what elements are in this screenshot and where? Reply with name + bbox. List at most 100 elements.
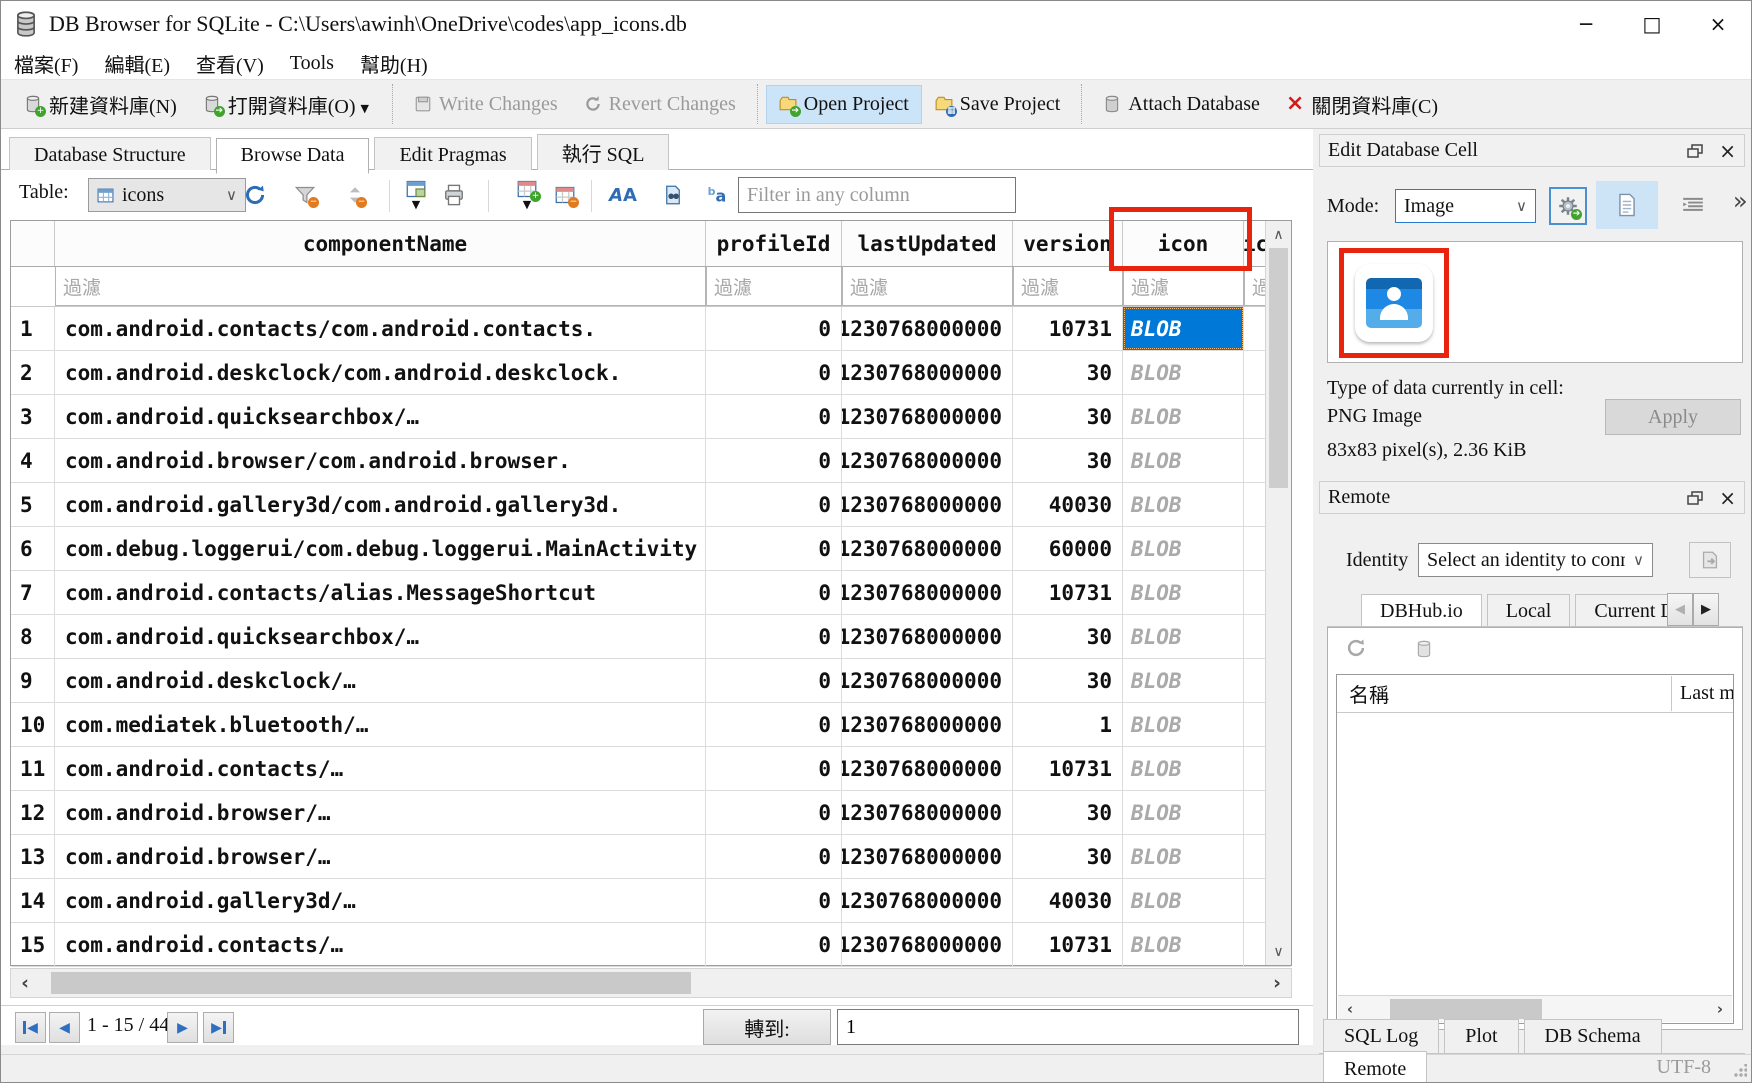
column-header-profileid[interactable]: profileId: [706, 221, 842, 266]
cell-icon[interactable]: BLOB: [1123, 659, 1244, 702]
table-row[interactable]: 14com.android.gallery3d/…012307680000004…: [11, 879, 1291, 923]
tab-database-structure[interactable]: Database Structure: [9, 137, 211, 173]
dock-tab-sql-log[interactable]: SQL Log: [1323, 1019, 1439, 1053]
remote-list-column-lastmodified[interactable]: Last mo: [1671, 676, 1733, 711]
cell-version[interactable]: 40030: [1013, 879, 1123, 922]
clear-filters-button[interactable]: −: [289, 178, 321, 212]
cell-icon[interactable]: BLOB: [1123, 395, 1244, 438]
table-row[interactable]: 12com.android.browser/…0123076800000030B…: [11, 791, 1291, 835]
refresh-button[interactable]: [239, 178, 271, 212]
identity-combo[interactable]: Select an identity to conne ∨: [1418, 543, 1653, 577]
cell-version[interactable]: 30: [1013, 659, 1123, 702]
table-row[interactable]: 10com.mediatek.bluetooth/…01230768000000…: [11, 703, 1291, 747]
vertical-scrollbar[interactable]: ∧ ∨: [1265, 221, 1291, 965]
cell-componentname[interactable]: com.android.contacts/com.android.contact…: [55, 307, 706, 350]
table-row[interactable]: 15com.android.contacts/…0123076800000010…: [11, 923, 1291, 967]
cell-componentname[interactable]: com.android.contacts/…: [55, 747, 706, 790]
cell-componentname[interactable]: com.android.deskclock/com.android.deskcl…: [55, 351, 706, 394]
row-number[interactable]: 11: [11, 747, 55, 790]
cell-icon[interactable]: BLOB: [1123, 923, 1244, 966]
mode-combo[interactable]: Image ∨: [1395, 189, 1536, 223]
menu-file[interactable]: 檔案(F): [1, 49, 91, 78]
table-row[interactable]: 13com.android.browser/…0123076800000030B…: [11, 835, 1291, 879]
more-tools-chevron[interactable]: »: [1733, 187, 1748, 215]
last-record-button[interactable]: ▶: [203, 1012, 234, 1043]
tab-scroll-right-button[interactable]: ▶: [1693, 593, 1719, 626]
write-changes-button[interactable]: Write Changes: [401, 85, 571, 124]
cell-profileid[interactable]: 0: [706, 351, 842, 394]
undock-icon[interactable]: [1687, 144, 1703, 158]
word-wrap-button[interactable]: [1675, 187, 1711, 223]
previous-record-button[interactable]: ◀: [49, 1012, 80, 1043]
cell-version[interactable]: 30: [1013, 791, 1123, 834]
column-header-componentname[interactable]: componentName: [55, 221, 706, 266]
cell-lastupdated[interactable]: 1230768000000: [842, 351, 1013, 394]
scroll-up-arrow[interactable]: ∧: [1266, 221, 1291, 248]
undock-icon[interactable]: [1687, 491, 1703, 505]
cell-profileid[interactable]: 0: [706, 923, 842, 966]
tab-execute-sql[interactable]: 執行 SQL: [537, 134, 670, 170]
cell-profileid[interactable]: 0: [706, 835, 842, 878]
remote-upload-database-icon[interactable]: [1415, 640, 1433, 658]
cell-componentname[interactable]: com.android.browser/com.android.browser.: [55, 439, 706, 482]
table-row[interactable]: 9com.android.deskclock/…0123076800000030…: [11, 659, 1291, 703]
cell-profileid[interactable]: 0: [706, 879, 842, 922]
replace-button[interactable]: ba: [701, 178, 733, 212]
cell-lastupdated[interactable]: 1230768000000: [842, 791, 1013, 834]
goto-button[interactable]: 轉到:: [703, 1009, 831, 1045]
filter-profileid[interactable]: 過濾: [706, 267, 842, 306]
row-number[interactable]: 3: [11, 395, 55, 438]
column-header-version[interactable]: version: [1013, 221, 1123, 266]
cell-icon[interactable]: BLOB: [1123, 835, 1244, 878]
cell-icon[interactable]: BLOB: [1123, 747, 1244, 790]
remote-list-column-name[interactable]: 名稱: [1337, 679, 1389, 708]
cell-icon[interactable]: BLOB: [1123, 879, 1244, 922]
cell-profileid[interactable]: 0: [706, 571, 842, 614]
close-panel-icon[interactable]: ×: [1719, 486, 1736, 510]
print-button[interactable]: [438, 178, 470, 212]
cell-componentname[interactable]: com.android.contacts/alias.MessageShortc…: [55, 571, 706, 614]
save-project-button[interactable]: ▦ Save Project: [922, 85, 1074, 124]
cell-version[interactable]: 30: [1013, 835, 1123, 878]
table-selector-combo[interactable]: icons ∨: [88, 178, 246, 212]
table-row[interactable]: 3com.android.quicksearchbox/…01230768000…: [11, 395, 1291, 439]
remote-refresh-icon[interactable]: [1346, 638, 1366, 658]
cell-overflow[interactable]: [1244, 835, 1267, 878]
cell-icon[interactable]: BLOB: [1123, 439, 1244, 482]
cell-lastupdated[interactable]: 1230768000000: [842, 395, 1013, 438]
cell-version[interactable]: 30: [1013, 351, 1123, 394]
cell-profileid[interactable]: 0: [706, 439, 842, 482]
goto-record-input[interactable]: [837, 1009, 1299, 1045]
cell-version[interactable]: 30: [1013, 395, 1123, 438]
apply-button[interactable]: Apply: [1605, 399, 1741, 435]
cell-overflow[interactable]: [1244, 615, 1267, 658]
tab-scroll-left-button[interactable]: ◀: [1667, 593, 1693, 626]
save-table-button[interactable]: ▼: [400, 178, 432, 212]
filter-version[interactable]: 過濾: [1013, 267, 1123, 306]
cell-icon[interactable]: BLOB: [1123, 571, 1244, 614]
horizontal-scrollbar[interactable]: ‹ ›: [10, 968, 1292, 998]
cell-componentname[interactable]: com.android.gallery3d/com.android.galler…: [55, 483, 706, 526]
menu-help[interactable]: 幫助(H): [347, 49, 441, 78]
cell-lastupdated[interactable]: 1230768000000: [842, 527, 1013, 570]
cell-lastupdated[interactable]: 1230768000000: [842, 923, 1013, 966]
cell-version[interactable]: 60000: [1013, 527, 1123, 570]
dock-tab-plot[interactable]: Plot: [1444, 1019, 1518, 1053]
minimize-button[interactable]: ─: [1553, 1, 1619, 47]
table-row[interactable]: 7com.android.contacts/alias.MessageShort…: [11, 571, 1291, 615]
filter-icon[interactable]: 過濾: [1123, 267, 1244, 306]
font-settings-button[interactable]: AA: [607, 178, 639, 212]
identity-go-button[interactable]: [1689, 542, 1731, 578]
close-database-button[interactable]: × 關閉資料庫(C): [1273, 82, 1451, 127]
resize-grip[interactable]: [1733, 1064, 1747, 1078]
table-row[interactable]: 11com.android.contacts/…0123076800000010…: [11, 747, 1291, 791]
cell-overflow[interactable]: [1244, 703, 1267, 746]
insert-record-button[interactable]: + ▼: [511, 178, 543, 212]
filter-input[interactable]: [738, 177, 1016, 213]
cell-lastupdated[interactable]: 1230768000000: [842, 659, 1013, 702]
cell-lastupdated[interactable]: 1230768000000: [842, 571, 1013, 614]
remote-tab-local[interactable]: Local: [1487, 594, 1571, 627]
cell-icon[interactable]: BLOB: [1123, 703, 1244, 746]
cell-version[interactable]: 30: [1013, 615, 1123, 658]
cell-profileid[interactable]: 0: [706, 791, 842, 834]
